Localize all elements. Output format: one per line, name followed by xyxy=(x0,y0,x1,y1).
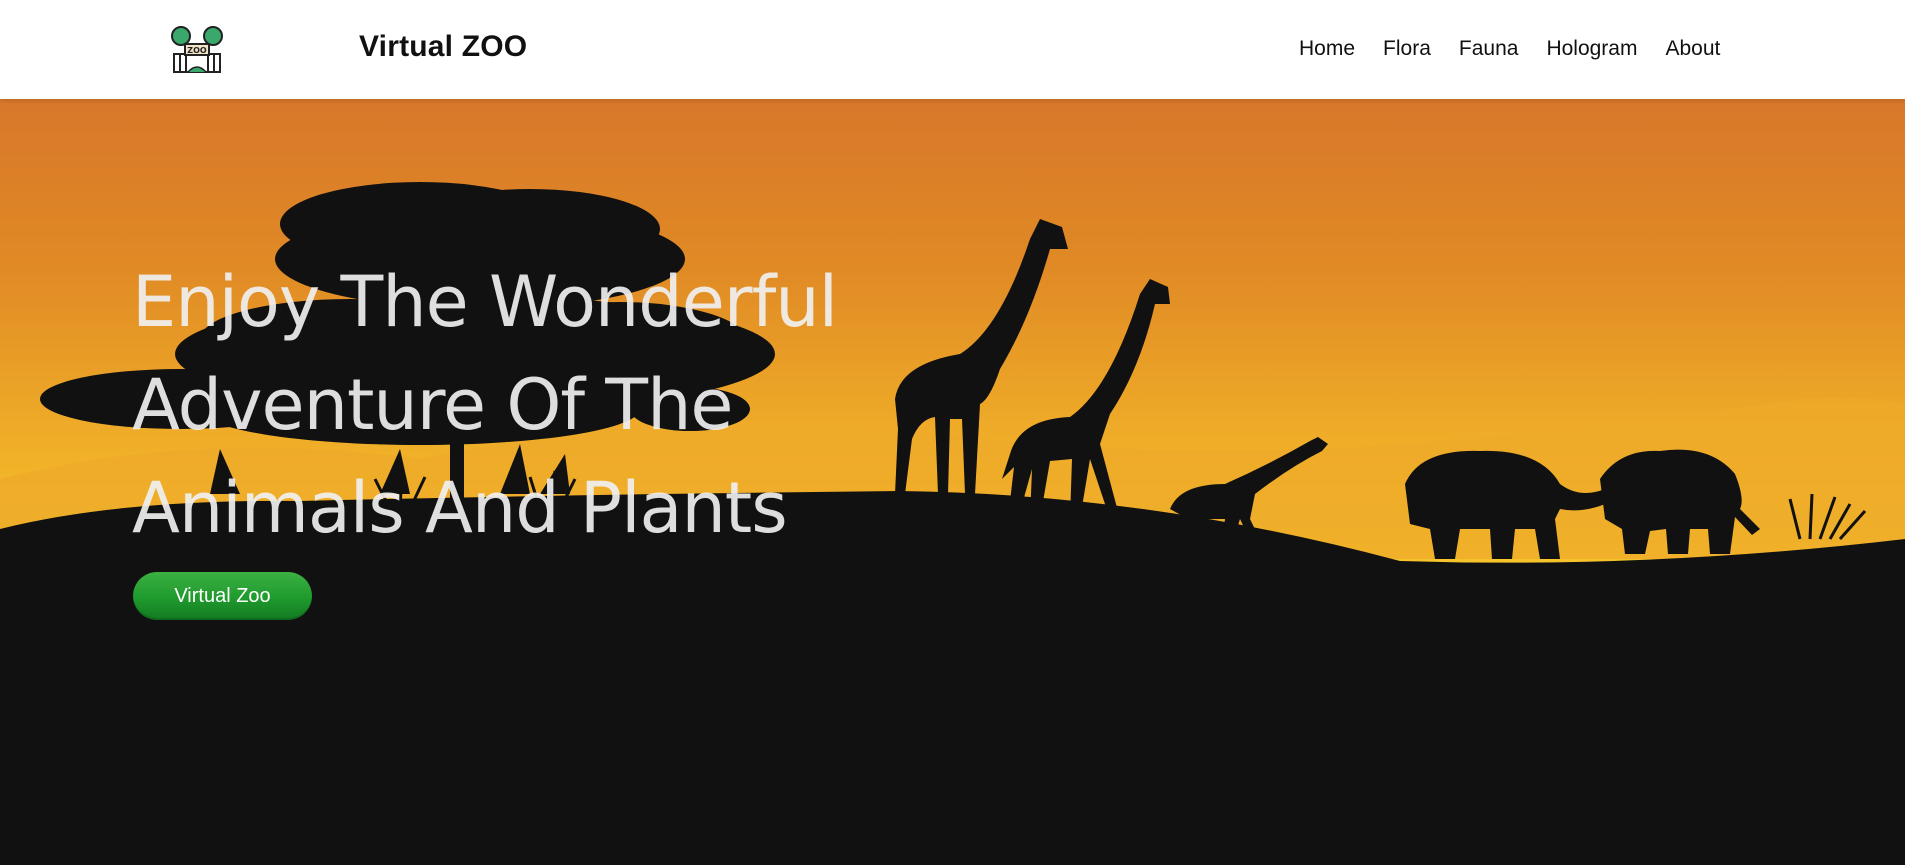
nav-hologram-link[interactable]: Hologram xyxy=(1546,37,1637,61)
nav-fauna-link[interactable]: Fauna xyxy=(1459,37,1519,61)
hero-headline-line: Enjoy The Wonderful xyxy=(132,261,838,343)
main-nav: Home Flora Fauna Hologram About xyxy=(1299,37,1748,61)
hero-headline: Enjoy The Wonderful Adventure Of The Ani… xyxy=(132,251,892,560)
brand-title[interactable]: Virtual ZOO xyxy=(359,30,527,64)
nav-flora-link[interactable]: Flora xyxy=(1383,37,1431,61)
navbar: ZOO Virtual ZOO Home Flora Fauna Hologra… xyxy=(0,0,1905,99)
hero-section: Enjoy The Wonderful Adventure Of The Ani… xyxy=(0,99,1905,865)
svg-text:ZOO: ZOO xyxy=(187,46,207,55)
nav-home-link[interactable]: Home xyxy=(1299,37,1355,61)
hero-headline-line: Adventure Of The xyxy=(132,364,734,446)
hero-headline-line: Animals And Plants xyxy=(132,467,788,549)
nav-about-link[interactable]: About xyxy=(1665,37,1720,61)
zoo-gate-icon[interactable]: ZOO xyxy=(170,22,224,74)
virtual-zoo-button[interactable]: Virtual Zoo xyxy=(133,572,312,620)
